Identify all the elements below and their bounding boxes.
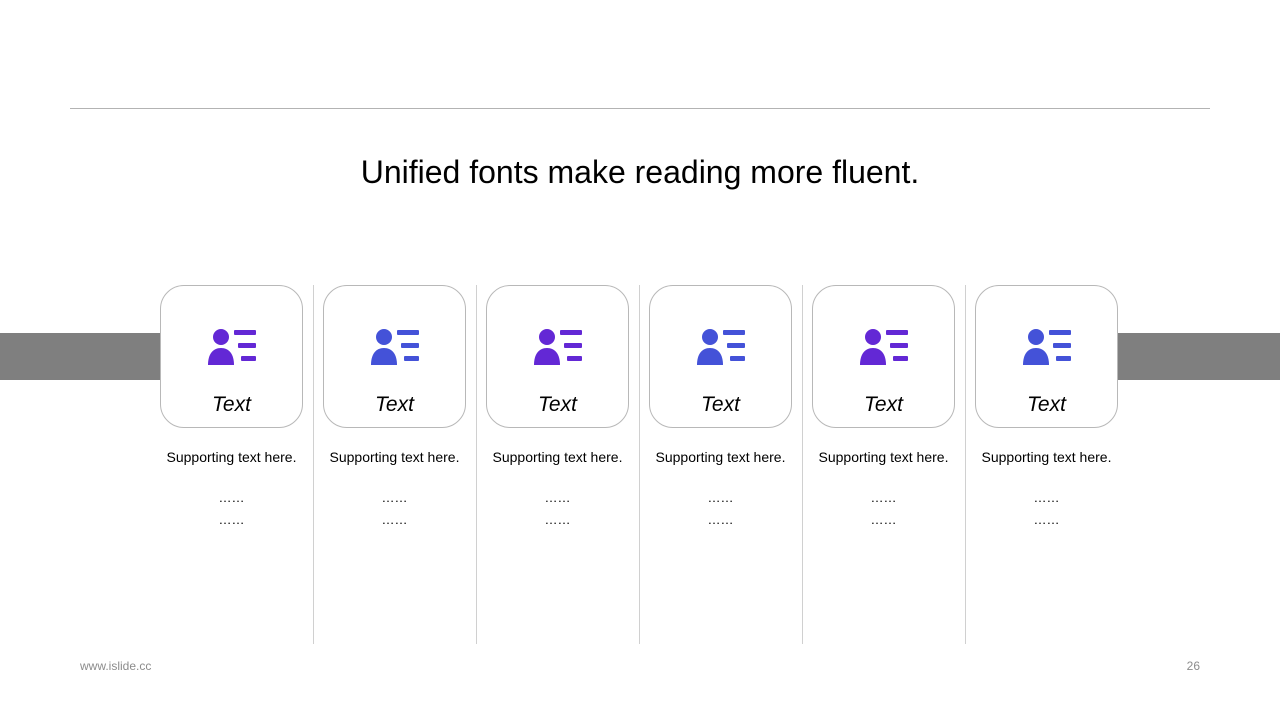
- item-supporting-text: Supporting text here.: [818, 449, 949, 465]
- item-ellipsis: ……: [381, 512, 408, 527]
- item-card-1: Text: [160, 285, 303, 428]
- item-card-2: Text: [323, 285, 466, 428]
- item-title: Text: [538, 393, 577, 416]
- item-title: Text: [375, 393, 414, 416]
- item-supporting-text: Supporting text here.: [655, 449, 786, 465]
- left-gray-band: [0, 333, 161, 380]
- top-divider: [70, 108, 1210, 109]
- item-title: Text: [864, 393, 903, 416]
- footer-website: www.islide.cc: [80, 659, 152, 673]
- item-ellipsis: ……: [544, 490, 571, 505]
- item-card-5: Text: [812, 285, 955, 428]
- user-list-icon: [534, 327, 582, 365]
- item-title: Text: [1027, 393, 1066, 416]
- item-ellipsis: ……: [870, 490, 897, 505]
- item-ellipsis: ……: [1033, 490, 1060, 505]
- item-supporting-text: Supporting text here.: [492, 449, 623, 465]
- item-card-6: Text: [975, 285, 1118, 428]
- item-ellipsis: ……: [218, 512, 245, 527]
- item-card-3: Text: [486, 285, 629, 428]
- item-ellipsis: ……: [707, 490, 734, 505]
- item-ellipsis: ……: [381, 490, 408, 505]
- item-ellipsis: ……: [218, 490, 245, 505]
- item-card-4: Text: [649, 285, 792, 428]
- item-ellipsis: ……: [707, 512, 734, 527]
- item-supporting-text: Supporting text here.: [329, 449, 460, 465]
- user-list-icon: [860, 327, 908, 365]
- user-list-icon: [371, 327, 419, 365]
- user-list-icon: [1023, 327, 1071, 365]
- item-ellipsis: ……: [544, 512, 571, 527]
- item-supporting-text: Supporting text here.: [166, 449, 297, 465]
- item-ellipsis: ……: [870, 512, 897, 527]
- page-number: 26: [1186, 659, 1200, 673]
- item-title: Text: [701, 393, 740, 416]
- page-title: Unified fonts make reading more fluent.: [360, 154, 920, 190]
- item-supporting-text: Supporting text here.: [981, 449, 1112, 465]
- right-gray-band: [1118, 333, 1280, 380]
- user-list-icon: [208, 327, 256, 365]
- item-title: Text: [212, 393, 251, 416]
- user-list-icon: [697, 327, 745, 365]
- item-ellipsis: ……: [1033, 512, 1060, 527]
